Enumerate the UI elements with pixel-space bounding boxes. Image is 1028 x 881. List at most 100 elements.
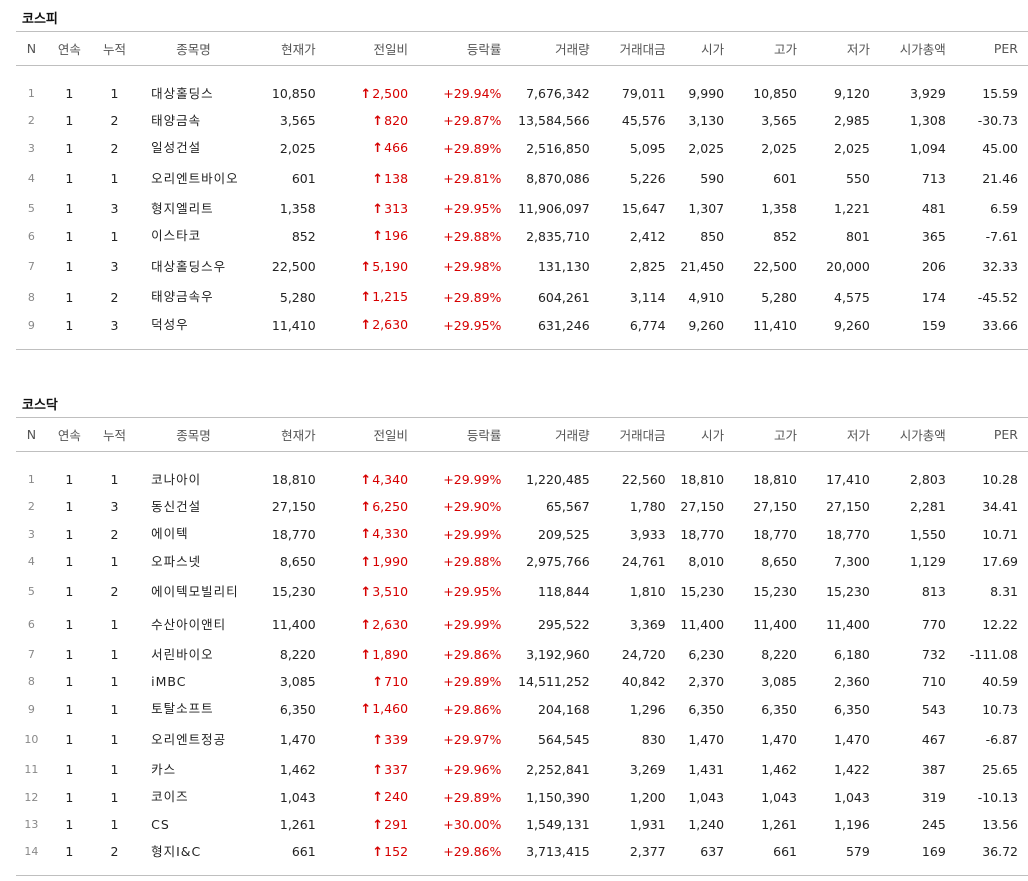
trade-amount: 3,269	[629, 762, 666, 777]
high-price: 11,400	[753, 617, 797, 632]
row-number: 10	[24, 733, 39, 746]
stock-name-link[interactable]: 오파스넷	[137, 548, 250, 575]
cumulative-count: 1	[110, 732, 119, 747]
stock-name-link[interactable]: 태양금속우	[137, 283, 250, 311]
trade-amount: 2,377	[629, 844, 666, 859]
current-price: 15,230	[271, 584, 316, 599]
cumulative-count: 1	[110, 647, 119, 662]
per-value: -10.13	[977, 789, 1018, 805]
market-cap: 1,094	[909, 140, 946, 156]
market-cap: 732	[921, 647, 946, 662]
change-rate: +29.88%	[443, 554, 502, 569]
low-price: 20,000	[826, 259, 870, 274]
change-value: 337	[384, 761, 409, 777]
cumulative-count: 1	[110, 554, 119, 569]
high-price: 1,470	[761, 732, 797, 747]
stock-name-link[interactable]: 형지엘리트	[137, 195, 250, 222]
stock-name-link[interactable]: 일성건설	[137, 134, 250, 162]
stock-name-link[interactable]: 덕성우	[137, 311, 250, 339]
open-price: 9,260	[688, 317, 725, 333]
stock-name-link[interactable]: 동신건설	[137, 493, 250, 520]
stock-name-link[interactable]: 오리엔트바이오	[137, 162, 250, 195]
low-price: 801	[845, 228, 870, 244]
open-price: 3,130	[688, 113, 725, 128]
change-cell: ↑5,190	[316, 250, 408, 283]
volume: 204,168	[537, 701, 590, 717]
open-price: 637	[700, 844, 725, 859]
stock-name-link[interactable]: CS	[137, 811, 250, 838]
volume: 14,511,252	[518, 674, 590, 689]
col-header-price: 현재가	[249, 417, 316, 452]
stock-name-link[interactable]: 이스타코	[137, 222, 250, 250]
per-value: 8.31	[990, 584, 1018, 599]
current-price: 1,261	[279, 817, 316, 832]
stock-name-link[interactable]: 코이즈	[137, 783, 250, 811]
row-number: 9	[27, 702, 35, 716]
change-cell: ↑1,890	[316, 641, 408, 668]
stock-name-link[interactable]: 수산아이앤티	[137, 608, 250, 641]
table-row: 2 1 2 태양금속 3,565 ↑820 +29.87% 13,584,566 45,576 3…	[16, 107, 1028, 134]
stock-name-link[interactable]: iMBC	[137, 668, 250, 695]
stock-name-link[interactable]: 대상홀딩스	[137, 80, 250, 107]
high-price: 15,230	[753, 584, 797, 599]
stock-name-link[interactable]: 서린바이오	[137, 641, 250, 668]
row-number: 6	[27, 229, 35, 243]
change-cell: ↑4,340	[316, 466, 408, 493]
col-header-n: N	[16, 417, 47, 452]
stock-name-link[interactable]: 카스	[137, 756, 250, 783]
open-price: 6,350	[688, 701, 725, 717]
low-price: 27,150	[826, 499, 870, 514]
market-cap: 710	[921, 674, 946, 689]
stock-name-link[interactable]: 형지I&C	[137, 838, 250, 865]
high-price: 6,350	[761, 701, 797, 717]
trade-amount: 830	[641, 732, 666, 747]
consecutive-count: 1	[65, 732, 74, 747]
row-number: 13	[24, 818, 39, 831]
section-title-kospi: 코스피	[22, 12, 58, 27]
stock-name-link[interactable]: 코나아이	[137, 466, 250, 493]
table-row: 9 1 3 덕성우 11,410 ↑2,630 +29.95% 631,246 6,774 9,2…	[16, 311, 1028, 339]
current-price: 27,150	[271, 499, 316, 514]
per-value: 36.72	[982, 844, 1018, 859]
current-price: 1,462	[279, 762, 316, 777]
current-price: 5,280	[279, 289, 316, 305]
volume: 2,252,841	[526, 762, 590, 777]
change-value: 6,250	[372, 498, 409, 514]
trade-amount: 3,114	[629, 289, 666, 305]
stock-name-link[interactable]: 에이텍	[137, 520, 250, 548]
volume: 1,220,485	[526, 472, 590, 487]
change-value: 152	[384, 843, 409, 859]
low-price: 550	[845, 171, 870, 186]
col-header-open: 시가	[665, 31, 725, 66]
current-price: 601	[291, 171, 316, 186]
market-cap: 713	[921, 171, 946, 186]
col-header-per: PER	[945, 31, 1028, 66]
volume: 3,713,415	[526, 844, 590, 859]
up-arrow-icon: ↑	[372, 201, 384, 217]
change-cell: ↑291	[316, 811, 408, 838]
open-price: 1,431	[688, 762, 725, 777]
per-value: -45.52	[977, 289, 1018, 305]
stock-name-link[interactable]: 에이텍모빌리티	[137, 575, 250, 608]
stock-name-link[interactable]: 토탈소프트	[137, 695, 250, 723]
high-price: 661	[773, 844, 797, 859]
change-value: 1,990	[372, 553, 409, 569]
change-value: 710	[384, 673, 409, 689]
up-arrow-icon: ↑	[372, 817, 384, 833]
stock-name-link[interactable]: 오리엔트정공	[137, 723, 250, 756]
col-header-change: 전일비	[315, 31, 409, 66]
change-value: 291	[384, 816, 409, 832]
table-row: 1 1 1 대상홀딩스 10,850 ↑2,500 +29.94% 7,676,342 79,0…	[16, 80, 1028, 107]
up-arrow-icon: ↑	[360, 554, 372, 570]
stock-name-link[interactable]: 태양금속	[137, 107, 250, 134]
col-header-cumulative: 누적	[91, 417, 138, 452]
row-number: 11	[24, 763, 39, 776]
table-header-row: N 연속 누적 종목명 현재가 전일비 등락률 거래량 거래대금 시가 고가 저…	[16, 417, 1028, 452]
row-number: 1	[27, 87, 35, 100]
cumulative-count: 3	[110, 259, 119, 274]
change-cell: ↑1,215	[316, 283, 408, 311]
change-rate: +29.95%	[443, 201, 502, 216]
volume: 1,549,131	[526, 817, 590, 832]
change-rate: +29.99%	[443, 617, 502, 632]
stock-name-link[interactable]: 대상홀딩스우	[137, 250, 250, 283]
